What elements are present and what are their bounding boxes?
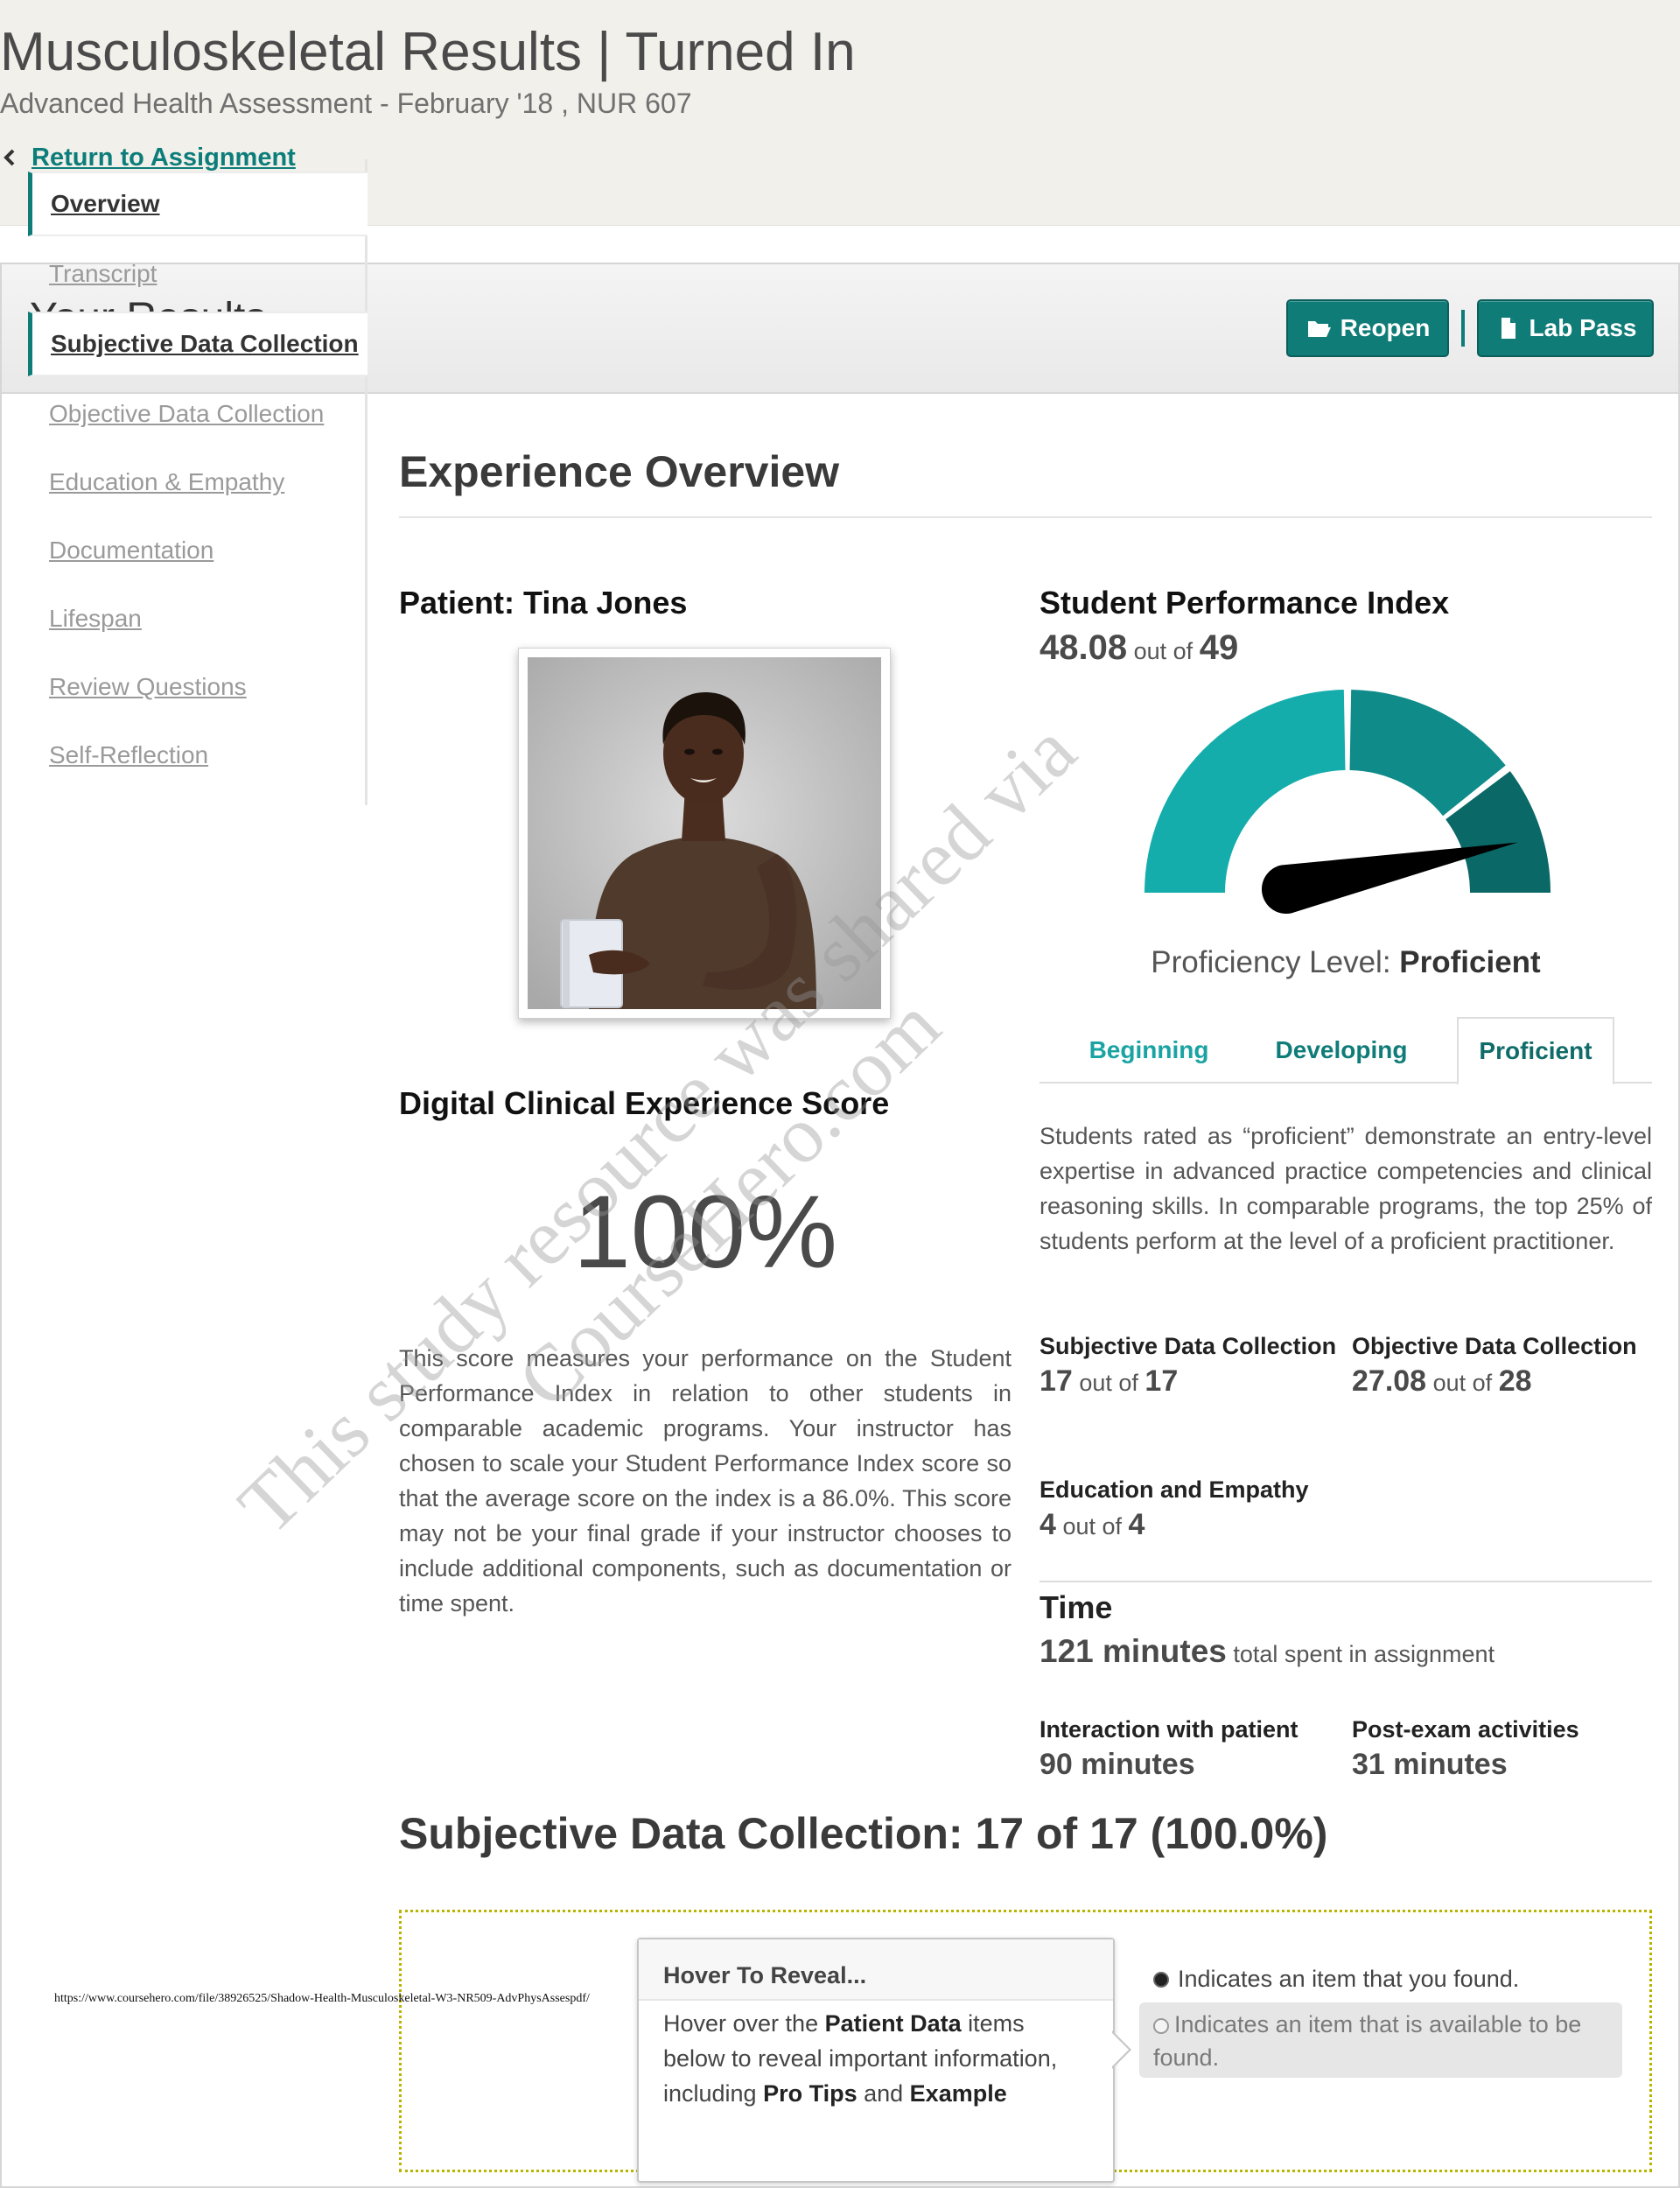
sidebar-item-objective-data-collection[interactable]: Objective Data Collection bbox=[28, 382, 368, 446]
hover-bold: Example bbox=[909, 2080, 1007, 2107]
folder-open-icon bbox=[1306, 321, 1331, 337]
divider bbox=[399, 516, 1652, 518]
spi-score-value: 48.08 bbox=[1040, 628, 1128, 667]
stat-score: 31 minutes bbox=[1352, 1748, 1508, 1781]
proficiency-value: Proficient bbox=[1399, 945, 1541, 979]
tab-beginning[interactable]: Beginning bbox=[1066, 1017, 1232, 1083]
stat-score: 17 bbox=[1040, 1364, 1073, 1398]
stat-objective-data-collection: Objective Data Collection 27.08 out of 2… bbox=[1352, 1329, 1658, 1400]
lab-pass-label: Lab Pass bbox=[1529, 314, 1637, 341]
dce-score-description: This score measures your performance on … bbox=[399, 1345, 1012, 1616]
hover-bold: Patient Data bbox=[824, 2010, 962, 2037]
reopen-label: Reopen bbox=[1340, 314, 1431, 341]
divider bbox=[1040, 1581, 1652, 1582]
button-divider bbox=[1461, 310, 1465, 347]
subjective-section-heading: Subjective Data Collection: 17 of 17 (10… bbox=[399, 1809, 1328, 1858]
stat-value: 31 minutes bbox=[1352, 1747, 1658, 1784]
stat-score: 4 bbox=[1040, 1508, 1056, 1541]
proficient-description: Students rated as “proficient” demonstra… bbox=[1040, 1123, 1652, 1254]
stat-label: Education and Empathy bbox=[1040, 1476, 1309, 1503]
time-total-suffix: total spent in assignment bbox=[1233, 1641, 1495, 1667]
patient-avatar bbox=[518, 648, 891, 1019]
hover-text: Hover over the bbox=[663, 2010, 825, 2037]
stat-label: Objective Data Collection bbox=[1352, 1333, 1637, 1359]
stat-label: Interaction with patient bbox=[1040, 1716, 1298, 1743]
sidebar-item-education-empathy[interactable]: Education & Empathy bbox=[28, 450, 368, 515]
results-sidebar: Overview Transcript Subjective Data Coll… bbox=[28, 159, 368, 805]
hover-text: and bbox=[857, 2080, 910, 2107]
chevron-left-icon bbox=[4, 149, 15, 166]
sidebar-item-self-reflection[interactable]: Self-Reflection bbox=[28, 723, 368, 788]
stat-max: 17 bbox=[1144, 1364, 1179, 1398]
proficiency-gauge bbox=[1144, 690, 1550, 915]
proficiency-tabs: Beginning Developing Proficient bbox=[1040, 1017, 1652, 1085]
sidebar-item-transcript[interactable]: Transcript bbox=[28, 242, 368, 306]
patient-portrait-image bbox=[528, 657, 881, 1009]
legend-available-text: Indicates an item that is available to b… bbox=[1153, 2011, 1582, 2071]
stat-out-of: out of bbox=[1432, 1370, 1493, 1396]
source-url: https://www.coursehero.com/file/38926525… bbox=[54, 1992, 590, 2005]
spi-score: 48.08 out of 49 bbox=[1040, 628, 1238, 668]
legend-found-text: Indicates an item that you found. bbox=[1178, 1966, 1520, 1992]
stat-score: 90 minutes bbox=[1040, 1748, 1195, 1781]
spi-out-of: out of bbox=[1133, 638, 1194, 664]
sidebar-item-documentation[interactable]: Documentation bbox=[28, 518, 368, 583]
stat-score: 27.08 bbox=[1352, 1364, 1427, 1398]
legend-available: Indicates an item that is available to b… bbox=[1139, 2002, 1622, 2078]
patient-name: Patient: Tina Jones bbox=[399, 585, 688, 621]
stat-education-empathy: Education and Empathy 4 out of 4 bbox=[1040, 1472, 1346, 1544]
spi-score-max: 49 bbox=[1199, 628, 1239, 667]
legend-found: Indicates an item that you found. bbox=[1153, 1966, 1519, 1993]
stat-out-of: out of bbox=[1079, 1370, 1138, 1396]
stat-label: Subjective Data Collection bbox=[1040, 1333, 1337, 1359]
empty-circle-icon bbox=[1153, 2018, 1169, 2034]
reopen-button[interactable]: Reopen bbox=[1286, 299, 1449, 357]
stat-post-exam-activities: Post-exam activities 31 minutes bbox=[1352, 1712, 1658, 1784]
document-icon bbox=[1501, 318, 1516, 339]
lab-pass-button[interactable]: Lab Pass bbox=[1477, 299, 1654, 357]
stat-value: 4 out of 4 bbox=[1040, 1507, 1346, 1544]
proficiency-label: Proficiency Level: bbox=[1151, 945, 1391, 979]
stat-interaction-with-patient: Interaction with patient 90 minutes bbox=[1040, 1712, 1346, 1784]
hover-card-title: Hover To Reveal... bbox=[639, 1939, 1113, 2001]
tab-developing[interactable]: Developing bbox=[1250, 1017, 1433, 1083]
dce-score-title: Digital Clinical Experience Score bbox=[399, 1085, 890, 1121]
filled-circle-icon bbox=[1153, 1971, 1169, 1988]
stat-out-of: out of bbox=[1062, 1513, 1122, 1539]
time-total: 121 minutes total spent in assignment bbox=[1040, 1633, 1494, 1670]
hover-card-pointer-inner bbox=[1112, 2033, 1129, 2066]
tab-proficient[interactable]: Proficient bbox=[1457, 1017, 1614, 1085]
time-total-value: 121 minutes bbox=[1040, 1633, 1227, 1669]
stat-value: 27.08 out of 28 bbox=[1352, 1364, 1658, 1400]
hover-to-reveal-card: Hover To Reveal... Hover over the Patien… bbox=[637, 1938, 1115, 2183]
page-title: Musculoskeletal Results | Turned In bbox=[0, 22, 856, 82]
sidebar-item-lifespan[interactable]: Lifespan bbox=[28, 586, 368, 651]
proficiency-level: Proficiency Level: Proficient bbox=[1040, 945, 1652, 980]
spi-title: Student Performance Index bbox=[1040, 585, 1450, 621]
sidebar-item-subjective-data-collection[interactable]: Subjective Data Collection bbox=[28, 312, 368, 376]
experience-overview-heading: Experience Overview bbox=[399, 447, 840, 496]
sidebar-item-review-questions[interactable]: Review Questions bbox=[28, 655, 368, 719]
hover-bold: Pro Tips bbox=[763, 2080, 858, 2107]
stat-max: 4 bbox=[1128, 1508, 1145, 1541]
sidebar-item-overview[interactable]: Overview bbox=[28, 172, 368, 236]
course-subtitle: Advanced Health Assessment - February '1… bbox=[0, 88, 692, 119]
stat-label: Post-exam activities bbox=[1352, 1716, 1579, 1743]
time-title: Time bbox=[1040, 1589, 1113, 1625]
stat-value: 17 out of 17 bbox=[1040, 1364, 1346, 1400]
hover-card-body: Hover over the Patient Data items below … bbox=[639, 2001, 1113, 2116]
stat-max: 28 bbox=[1498, 1364, 1532, 1398]
stat-value: 90 minutes bbox=[1040, 1747, 1346, 1784]
stat-subjective-data-collection: Subjective Data Collection 17 out of 17 bbox=[1040, 1329, 1346, 1400]
dce-score-value: 100% bbox=[573, 1175, 837, 1290]
